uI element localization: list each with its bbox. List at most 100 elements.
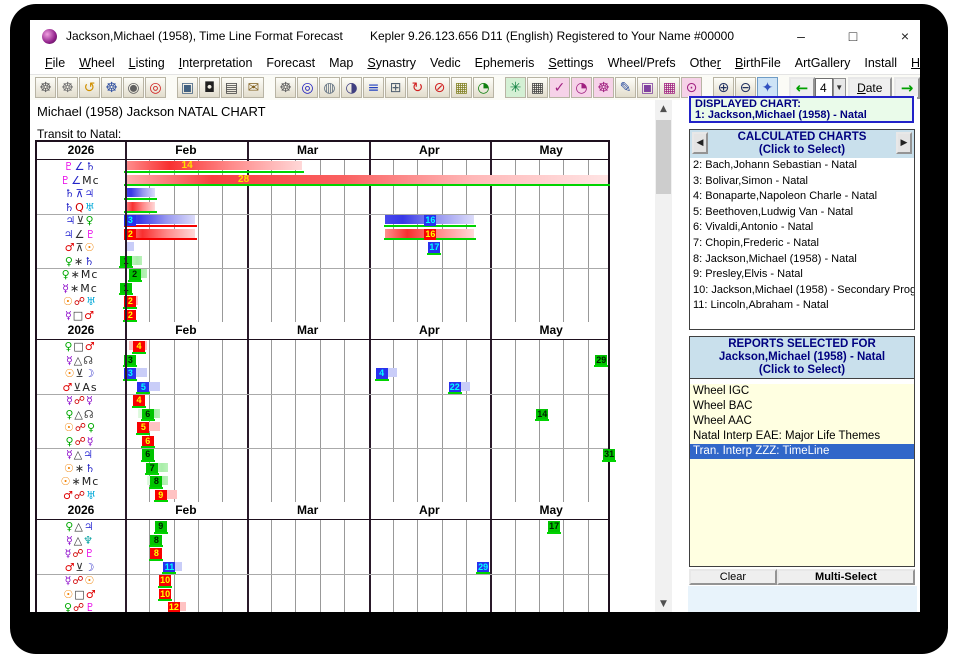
chart-count-dropdown-icon[interactable]: ▼ — [833, 78, 846, 98]
report-item[interactable]: Natal Interp EAE: Major Life Themes — [690, 429, 914, 444]
wheel-small-icon[interactable]: ☸ — [275, 77, 296, 98]
print-icon[interactable]: ▤ — [221, 77, 242, 98]
vertical-scrollbar[interactable]: ▲ ▼ — [655, 100, 672, 612]
report-item[interactable]: Wheel IGC — [690, 384, 914, 399]
calendar-icon[interactable]: ▦ — [527, 77, 548, 98]
calculated-chart-item[interactable]: 2: Bach,Johann Sebastian - Natal — [690, 158, 914, 174]
clear-button[interactable]: Clear — [689, 569, 777, 585]
date-badge[interactable]: 4 — [133, 341, 145, 352]
check-icon[interactable]: ✓ — [549, 77, 570, 98]
calculated-chart-item[interactable]: 8: Jackson,Michael (1958) - Natal — [690, 252, 914, 268]
date-badge[interactable]: 31 — [603, 449, 615, 460]
om-icon[interactable]: ✳ — [505, 77, 526, 98]
date-badge[interactable]: 11 — [163, 562, 175, 573]
close-button[interactable]: × — [882, 20, 920, 52]
date-badge[interactable]: 5 — [137, 382, 149, 393]
pages-icon[interactable]: ⊞ — [385, 77, 406, 98]
date-badge[interactable]: 29 — [595, 355, 607, 366]
wheel-target-icon[interactable]: ◎ — [145, 77, 166, 98]
menu-item-settings[interactable]: Settings — [541, 54, 600, 72]
picture-icon[interactable]: ▣ — [637, 77, 658, 98]
chart-count-value[interactable]: 4 — [815, 78, 833, 98]
recalc-icon[interactable]: ↻ — [407, 77, 428, 98]
menu-item-wheelprefs[interactable]: Wheel/Prefs — [601, 54, 683, 72]
maximize-button[interactable]: □ — [830, 20, 876, 52]
menu-item-ephemeris[interactable]: Ephemeris — [468, 54, 542, 72]
transit-bar[interactable] — [125, 161, 302, 170]
calculated-chart-item[interactable]: 4: Bonaparte,Napoleon Charle - Natal — [690, 189, 914, 205]
calculated-chart-item[interactable]: 6: Vivaldi,Antonio - Natal — [690, 220, 914, 236]
day-night-icon[interactable]: ◑ — [341, 77, 362, 98]
date-badge[interactable]: 14 — [536, 409, 548, 420]
pie-wheel-icon[interactable]: ☸ — [593, 77, 614, 98]
compass-icon[interactable]: ✦ — [757, 77, 778, 98]
date-badge[interactable]: 6 — [142, 449, 154, 460]
date-badge[interactable]: 7 — [146, 463, 158, 474]
date-badge[interactable]: 29 — [477, 562, 489, 573]
wheel-pointer-icon[interactable]: ☸ — [101, 77, 122, 98]
listing-icon[interactable]: ≡ — [363, 77, 384, 98]
clock-icon[interactable]: ◔ — [571, 77, 592, 98]
date-badge[interactable]: 4 — [376, 368, 388, 379]
menu-item-birthfile[interactable]: BirthFile — [728, 54, 788, 72]
report-item[interactable]: Tran. Interp ZZZ: TimeLine — [690, 444, 914, 459]
date-badge[interactable]: 10 — [159, 589, 171, 600]
calc-scroll-left-button[interactable]: ◀ — [692, 132, 708, 154]
menu-item-file[interactable]: File — [38, 54, 72, 72]
minimize-button[interactable]: – — [778, 20, 824, 52]
scrollbar-thumb[interactable] — [656, 120, 671, 194]
wheel-target2-icon[interactable]: ◎ — [297, 77, 318, 98]
scroll-up-icon[interactable]: ▲ — [655, 100, 672, 117]
menu-item-artgallery[interactable]: ArtGallery — [788, 54, 858, 72]
date-badge[interactable]: 4 — [133, 395, 145, 406]
date-badge[interactable]: 16 — [424, 215, 436, 226]
wheel-aspect-icon[interactable]: ☸ — [57, 77, 78, 98]
calc-scroll-right-button[interactable]: ▶ — [896, 132, 912, 154]
date-badge[interactable]: 5 — [137, 422, 149, 433]
menu-item-vedic[interactable]: Vedic — [423, 54, 468, 72]
menu-item-forecast[interactable]: Forecast — [259, 54, 322, 72]
chart-edit-icon[interactable]: ▣ — [177, 77, 198, 98]
menu-item-interpretation[interactable]: Interpretation — [172, 54, 260, 72]
scroll-down-icon[interactable]: ▼ — [655, 595, 672, 612]
zoom-in-icon[interactable]: ⊕ — [713, 77, 734, 98]
date-badge[interactable]: 9 — [155, 490, 167, 501]
report-item[interactable]: Wheel BAC — [690, 399, 914, 414]
time-icon[interactable]: ◔ — [473, 77, 494, 98]
date-badge[interactable]: 2 — [129, 269, 141, 280]
wheel-back-icon[interactable]: ↺ — [79, 77, 100, 98]
menu-item-listing[interactable]: Listing — [122, 54, 172, 72]
menu-item-install[interactable]: Install — [857, 54, 904, 72]
menu-item-wheel[interactable]: Wheel — [72, 54, 121, 72]
date-badge[interactable]: 8 — [150, 476, 162, 487]
date-badge[interactable]: 12 — [168, 602, 180, 612]
grid-wheel-icon[interactable]: ▦ — [451, 77, 472, 98]
wheel-off-icon[interactable]: ⊘ — [429, 77, 450, 98]
calculated-chart-item[interactable]: 11: Lincoln,Abraham - Natal — [690, 298, 914, 314]
date-badge[interactable]: 16 — [424, 229, 436, 240]
date-badge[interactable]: 17 — [548, 521, 560, 532]
date-badge[interactable]: 22 — [449, 382, 461, 393]
wheel-copy-icon[interactable]: ◍ — [319, 77, 340, 98]
email-chart-icon[interactable]: ✉ — [243, 77, 264, 98]
calculated-chart-item[interactable]: 7: Chopin,Frederic - Natal — [690, 236, 914, 252]
find-icon[interactable]: ⊙ — [681, 77, 702, 98]
menu-item-help[interactable]: Help — [904, 54, 920, 72]
save-icon[interactable]: ◘ — [199, 77, 220, 98]
wheel-new-icon[interactable]: ☸ — [35, 77, 56, 98]
date-badge[interactable]: 8 — [150, 535, 162, 546]
biwheel-icon[interactable]: ◉ — [123, 77, 144, 98]
calculated-chart-item[interactable]: 10: Jackson,Michael (1958) - Secondary P… — [690, 283, 914, 299]
notes-icon[interactable]: ✎ — [615, 77, 636, 98]
calculated-chart-item[interactable]: 3: Bolivar,Simon - Natal — [690, 174, 914, 190]
calendar2-icon[interactable]: ▦ — [659, 77, 680, 98]
date-badge[interactable]: 6 — [142, 436, 154, 447]
transit-bar[interactable] — [125, 175, 608, 184]
calculated-chart-item[interactable]: 9: Presley,Elvis - Natal — [690, 267, 914, 283]
report-item[interactable]: Wheel AAC — [690, 414, 914, 429]
menu-item-other[interactable]: Other — [683, 54, 728, 72]
date-badge[interactable]: 10 — [159, 575, 171, 586]
menu-item-map[interactable]: Map — [322, 54, 360, 72]
date-badge[interactable]: 8 — [150, 548, 162, 559]
zoom-out-icon[interactable]: ⊖ — [735, 77, 756, 98]
